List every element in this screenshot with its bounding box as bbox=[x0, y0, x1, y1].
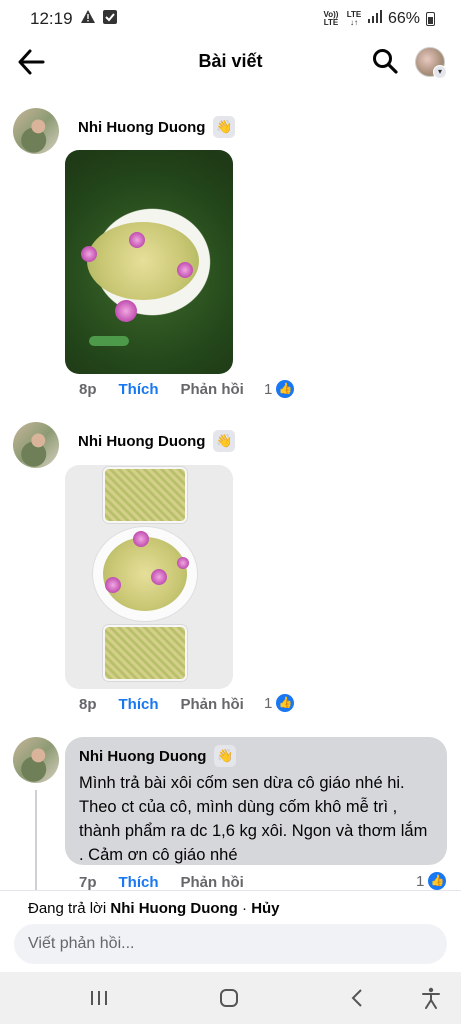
comment-text: Mình trả bài xôi cốm sen dừa cô giáo nhé… bbox=[79, 774, 428, 864]
author-name[interactable]: Nhi Huong Duong bbox=[79, 748, 206, 765]
flower-garnish bbox=[133, 531, 149, 547]
flower-garnish bbox=[129, 232, 145, 248]
waving-hand-icon: 👋 bbox=[213, 430, 236, 452]
checkbox-notification-icon bbox=[102, 9, 117, 29]
flower-garnish bbox=[81, 246, 97, 262]
waving-hand-icon: 👋 bbox=[214, 745, 237, 767]
flower-garnish bbox=[105, 577, 121, 593]
avatar[interactable] bbox=[13, 422, 59, 468]
reaction-number: 1 bbox=[416, 872, 425, 890]
recent-apps-icon bbox=[91, 991, 107, 1005]
like-button[interactable]: Thích bbox=[119, 874, 159, 891]
avatar[interactable] bbox=[13, 108, 59, 154]
status-time: 12:19 bbox=[30, 9, 73, 28]
comment-bubble[interactable]: Nhi Huong Duong 👋 Mình trả bài xôi cốm s… bbox=[65, 737, 447, 865]
home-button[interactable] bbox=[216, 986, 242, 1010]
accessibility-icon bbox=[422, 987, 440, 1009]
replying-to-line: Đang trả lời Nhi Huong Duong · Hủy bbox=[28, 900, 280, 917]
recent-apps-button[interactable] bbox=[86, 986, 112, 1010]
reaction-number: 1 bbox=[264, 694, 273, 712]
reaction-count[interactable]: 1 👍 bbox=[264, 380, 295, 398]
reply-button[interactable]: Phản hồi bbox=[181, 696, 244, 713]
like-button[interactable]: Thích bbox=[119, 696, 159, 713]
reaction-count[interactable]: 1 👍 bbox=[264, 694, 295, 712]
reaction-count[interactable]: 1 👍 bbox=[416, 872, 447, 890]
rice-tray bbox=[103, 467, 187, 523]
reply-composer: Đang trả lời Nhi Huong Duong · Hủy bbox=[0, 890, 461, 972]
app-header: Bài viết ▾ bbox=[0, 38, 461, 86]
reply-input[interactable] bbox=[14, 924, 447, 964]
reaction-number: 1 bbox=[264, 380, 273, 398]
author-name[interactable]: Nhi Huong Duong bbox=[78, 119, 205, 136]
avatar[interactable] bbox=[13, 737, 59, 783]
accessibility-button[interactable] bbox=[418, 986, 444, 1010]
back-nav-button[interactable] bbox=[344, 986, 370, 1010]
comment-time: 8p bbox=[79, 381, 97, 398]
search-button[interactable] bbox=[372, 48, 398, 74]
comment-actions: 8p Thích Phản hồi bbox=[79, 381, 244, 398]
comment-photo[interactable] bbox=[65, 150, 233, 374]
replying-to-name: Nhi Huong Duong bbox=[110, 900, 238, 917]
home-icon bbox=[220, 989, 238, 1007]
chevron-down-icon: ▾ bbox=[433, 65, 447, 79]
system-nav-bar bbox=[0, 972, 461, 1024]
flower-garnish bbox=[151, 569, 167, 585]
comment-time: 8p bbox=[79, 696, 97, 713]
comment-author-line: Nhi Huong Duong 👋 bbox=[78, 430, 236, 452]
like-button[interactable]: Thích bbox=[119, 381, 159, 398]
comment-author-line: Nhi Huong Duong 👋 bbox=[79, 745, 433, 767]
status-bar: 12:19 Vo)) LTE LTE ↓↑ 66% bbox=[0, 0, 461, 38]
separator: · bbox=[242, 900, 248, 917]
thumbs-up-icon: 👍 bbox=[276, 694, 295, 712]
profile-menu-button[interactable]: ▾ bbox=[415, 47, 447, 79]
signal-icon bbox=[367, 10, 382, 28]
comment-actions: 8p Thích Phản hồi bbox=[79, 696, 244, 713]
thumbs-up-icon: 👍 bbox=[276, 380, 295, 398]
comment-time: 7p bbox=[79, 874, 97, 891]
volte-indicator: Vo)) LTE bbox=[323, 10, 339, 27]
sticky-rice-dish bbox=[103, 537, 187, 611]
comment-photo[interactable] bbox=[65, 465, 233, 689]
comment-actions: 7p Thích Phản hồi bbox=[79, 874, 244, 891]
waving-hand-icon: 👋 bbox=[213, 116, 236, 138]
cancel-reply-button[interactable]: Hủy bbox=[251, 900, 279, 917]
author-name[interactable]: Nhi Huong Duong bbox=[78, 433, 205, 450]
flower-garnish bbox=[177, 262, 193, 278]
bracelet bbox=[89, 336, 129, 346]
reply-button[interactable]: Phản hồi bbox=[181, 874, 244, 891]
warning-icon bbox=[80, 10, 95, 28]
lte-indicator: LTE ↓↑ bbox=[346, 10, 362, 27]
rice-tray bbox=[103, 625, 187, 681]
search-icon bbox=[373, 49, 398, 74]
flower-garnish bbox=[177, 557, 189, 569]
battery-icon bbox=[426, 12, 435, 26]
thumbs-up-icon: 👍 bbox=[428, 872, 447, 890]
comment-author-line: Nhi Huong Duong 👋 bbox=[78, 116, 236, 138]
thread-line bbox=[35, 790, 37, 890]
reply-button[interactable]: Phản hồi bbox=[181, 381, 244, 398]
battery-percent: 66% bbox=[387, 10, 420, 27]
chevron-left-icon bbox=[351, 989, 362, 1007]
sticky-rice-dish bbox=[87, 222, 199, 300]
replying-to-prefix: Đang trả lời bbox=[28, 900, 107, 917]
flower-garnish bbox=[115, 300, 137, 322]
